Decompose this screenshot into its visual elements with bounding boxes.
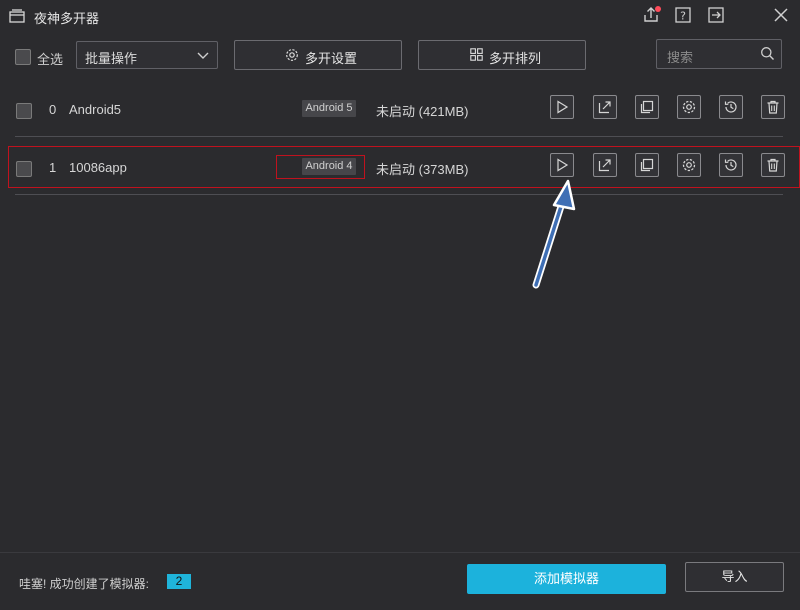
- search-input[interactable]: 搜索: [656, 39, 782, 69]
- select-all-checkbox[interactable]: [15, 49, 31, 65]
- multi-arrange-label: 多开排列: [489, 51, 542, 66]
- select-all-label: 全选: [37, 52, 64, 67]
- help-icon[interactable]: ?: [673, 5, 693, 25]
- share-icon: [598, 101, 611, 114]
- android-version-badge: Android 5: [302, 100, 356, 117]
- close-icon[interactable]: [771, 5, 791, 25]
- batch-operation-label: 批量操作: [85, 51, 138, 66]
- svg-text:?: ?: [680, 10, 686, 23]
- toolbar: 全选 批量操作 多开设置 多开排列 搜索: [0, 34, 800, 78]
- row-highlight-box: [8, 146, 800, 188]
- instance-name: Android5: [69, 102, 122, 117]
- search-placeholder: 搜索: [667, 50, 694, 65]
- batch-operation-dropdown[interactable]: 批量操作: [76, 41, 218, 69]
- grid-icon: [470, 48, 483, 61]
- gear-icon: [682, 100, 696, 114]
- add-emulator-button[interactable]: 添加模拟器: [467, 564, 666, 594]
- created-message: 哇塞! 成功创建了模拟器:: [19, 577, 150, 591]
- notification-dot: [655, 6, 661, 12]
- clone-icon: [640, 100, 654, 114]
- settings-button[interactable]: [677, 95, 701, 119]
- emulator-count-badge: 2: [167, 574, 191, 589]
- pointer-arrow: [532, 179, 576, 289]
- search-icon[interactable]: [760, 46, 775, 61]
- row-divider: [15, 194, 783, 195]
- multi-settings-label: 多开设置: [305, 51, 358, 66]
- trash-icon: [767, 100, 779, 114]
- exit-icon[interactable]: [706, 5, 726, 25]
- delete-button[interactable]: [761, 95, 785, 119]
- app-icon: [9, 9, 25, 23]
- history-icon: [724, 101, 737, 113]
- title-bar: 夜神多开器 ?: [0, 0, 800, 30]
- version-highlight-box: [276, 155, 365, 179]
- multi-arrange-button[interactable]: 多开排列: [418, 40, 586, 70]
- start-button[interactable]: [550, 95, 574, 119]
- clone-button[interactable]: [635, 95, 659, 119]
- instance-index: 0: [49, 102, 57, 117]
- app-title: 夜神多开器: [34, 11, 100, 26]
- shortcut-button[interactable]: [593, 95, 617, 119]
- chevron-down-icon: [197, 52, 209, 59]
- play-icon: [557, 100, 569, 114]
- gear-icon: [286, 49, 298, 61]
- import-button[interactable]: 导入: [685, 562, 784, 592]
- multi-settings-button[interactable]: 多开设置: [234, 40, 402, 70]
- instance-checkbox[interactable]: [16, 103, 32, 119]
- row-divider: [15, 136, 783, 137]
- footer-bar: 哇塞! 成功创建了模拟器: 2 添加模拟器 导入: [0, 552, 800, 610]
- backup-button[interactable]: [719, 95, 743, 119]
- instance-status: 未启动 (421MB): [376, 104, 469, 119]
- instance-row: 0 Android5 Android 5 未启动 (421MB): [0, 84, 800, 136]
